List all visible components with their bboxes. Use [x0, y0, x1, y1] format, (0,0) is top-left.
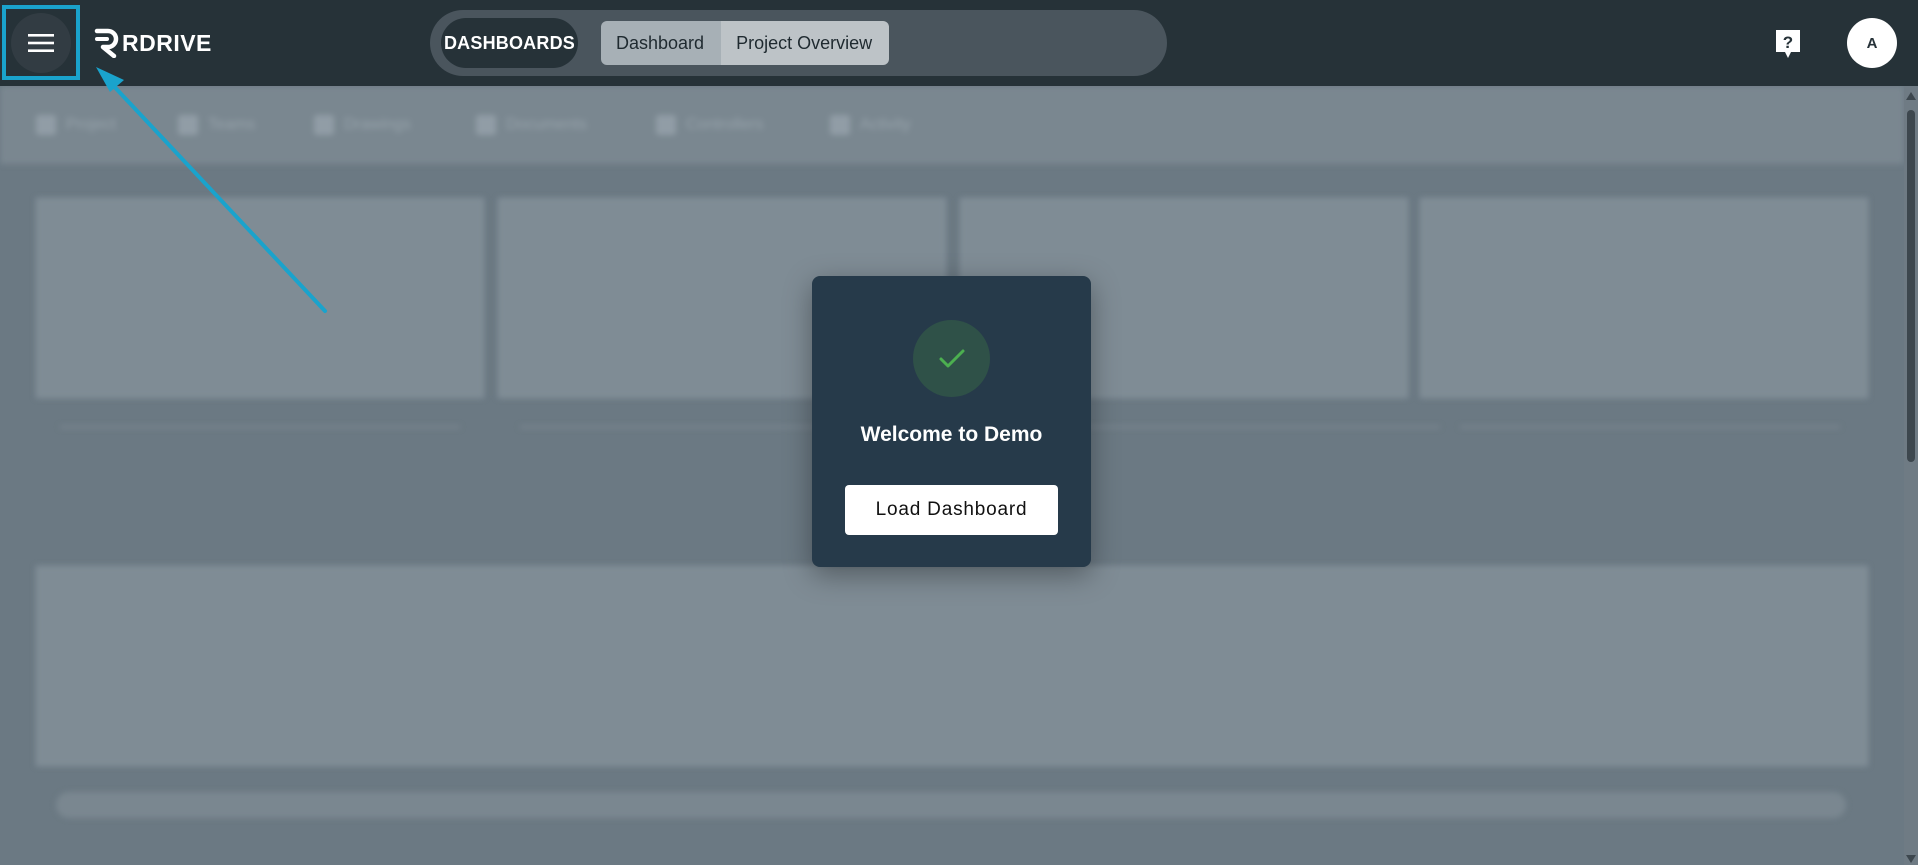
- divider: [60, 426, 460, 428]
- divider: [1460, 426, 1840, 428]
- logo-r-mark-icon: [94, 28, 119, 58]
- rdrive-logo[interactable]: RDRIVE: [94, 26, 212, 60]
- horizontal-scroll-track: [56, 792, 1846, 818]
- nav-item-drawings: Drawings: [314, 113, 411, 137]
- scroll-up-arrow-icon[interactable]: [1906, 92, 1916, 100]
- vertical-scrollbar[interactable]: [1904, 86, 1918, 865]
- nav-item-label: Documents: [506, 116, 587, 133]
- controllers-icon: [656, 115, 676, 135]
- nav-item-label: Drawings: [344, 116, 411, 133]
- modal-title: Welcome to Demo: [860, 423, 1043, 446]
- nav-item-controllers: Controllers: [656, 113, 763, 137]
- nav-item-documents: Documents: [476, 113, 587, 137]
- scrollbar-thumb[interactable]: [1907, 110, 1915, 462]
- tab-project-overview[interactable]: Project Overview: [721, 21, 890, 65]
- top-app-bar: RDRIVE DASHBOARDS Dashboard Project Over…: [0, 0, 1918, 86]
- chart-panel: [36, 566, 1868, 766]
- drawings-icon: [314, 115, 334, 135]
- divider: [1080, 426, 1440, 428]
- project-icon: [36, 115, 56, 135]
- check-icon: [939, 349, 964, 367]
- teams-icon: [178, 115, 198, 135]
- nav-item-label: Teams: [208, 116, 256, 133]
- success-badge: [913, 320, 990, 397]
- dashboards-label: DASHBOARDS: [441, 18, 578, 68]
- menu-button[interactable]: [2, 5, 80, 80]
- documents-icon: [476, 115, 496, 135]
- nav-item-label: Activity: [860, 116, 911, 133]
- nav-item-label: Project: [66, 116, 116, 133]
- project-nav-strip: Project Teams Drawings Documents Control…: [0, 86, 1904, 164]
- scroll-down-arrow-icon[interactable]: [1906, 855, 1916, 863]
- dashboards-switcher: DASHBOARDS Dashboard Project Overview: [430, 10, 1167, 76]
- logo-text: RDRIVE: [122, 29, 212, 56]
- nav-item-teams: Teams: [178, 113, 255, 137]
- user-avatar[interactable]: A: [1847, 18, 1897, 68]
- activity-icon: [830, 115, 850, 135]
- dashboard-tabs: Dashboard Project Overview: [601, 21, 890, 65]
- help-question-icon[interactable]: ?: [1774, 28, 1802, 60]
- nav-item-label: Controllers: [686, 116, 764, 133]
- hamburger-icon: [28, 33, 54, 52]
- svg-text:?: ?: [1783, 33, 1793, 52]
- tab-dashboard[interactable]: Dashboard: [601, 21, 722, 65]
- stat-card: [36, 198, 484, 398]
- welcome-modal: Welcome to Demo Load Dashboard: [812, 276, 1091, 567]
- menu-button-circle: [11, 12, 71, 73]
- nav-item-project: Project: [36, 113, 116, 137]
- stat-card: [1420, 198, 1868, 398]
- load-dashboard-button[interactable]: Load Dashboard: [845, 485, 1058, 535]
- nav-item-activity: Activity: [830, 113, 911, 137]
